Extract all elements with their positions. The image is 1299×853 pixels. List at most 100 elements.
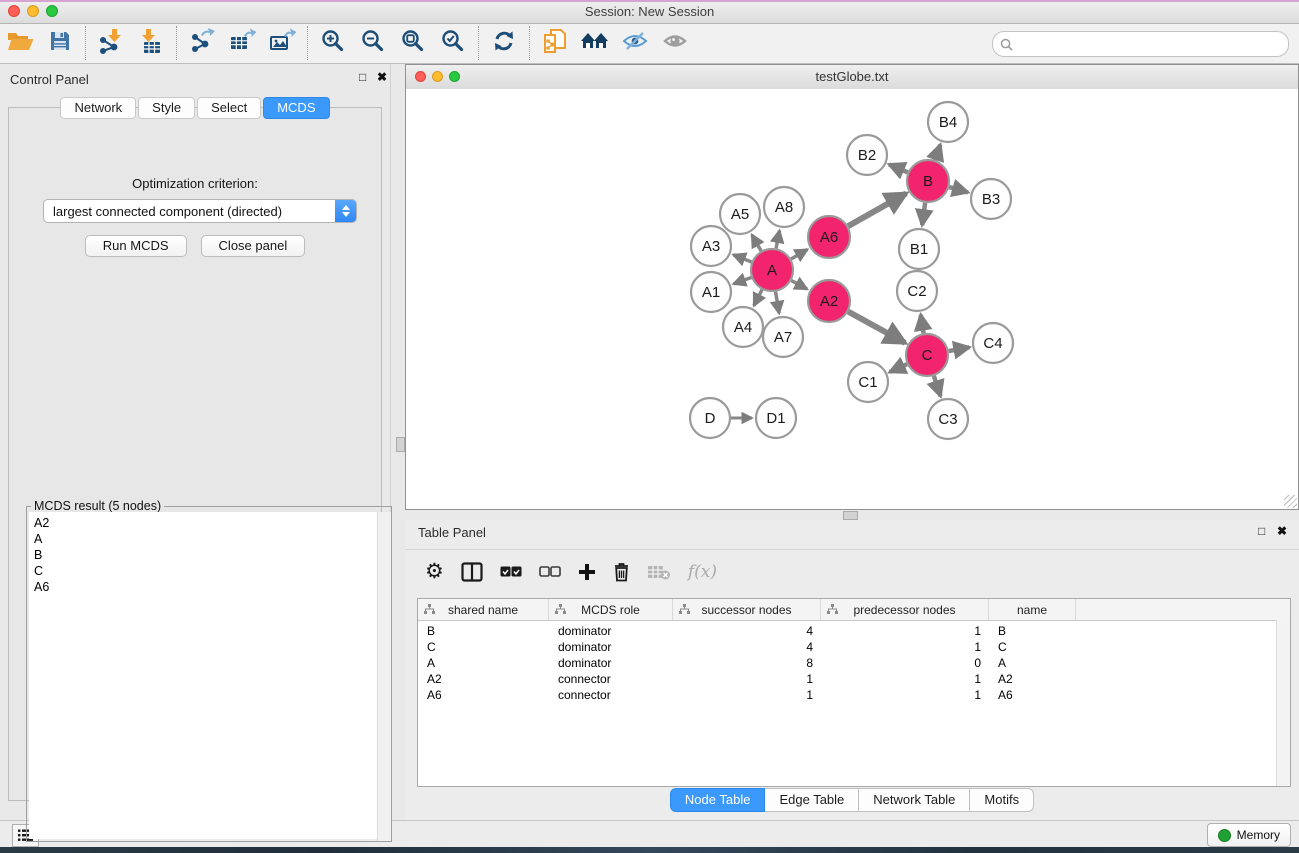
table-cell[interactable]: C (989, 640, 1076, 654)
table-cell[interactable]: 1 (821, 640, 989, 654)
mcds-result-item[interactable]: B (29, 547, 389, 563)
column-header-MCDS-role[interactable]: MCDS role (549, 599, 673, 620)
table-cell[interactable]: C (418, 640, 549, 654)
mcds-result-item[interactable]: A6 (29, 579, 389, 595)
criterion-dropdown[interactable]: largest connected component (directed) (43, 199, 357, 223)
table-cell[interactable]: 1 (821, 672, 989, 686)
graph-edge-C-C3[interactable] (934, 376, 941, 396)
graph-edge-C-C2[interactable] (921, 315, 924, 334)
graph-edge-A-A7[interactable] (776, 292, 780, 314)
network-canvas[interactable]: AA1A2A3A4A5A6A7A8BB1B2B3B4CC1C2C3C4DD1 (406, 89, 1298, 509)
float-panel-icon[interactable]: □ (359, 70, 366, 84)
import-network-button[interactable] (91, 25, 131, 61)
deselect-all-button[interactable] (539, 559, 561, 585)
table-cell[interactable]: dominator (549, 640, 673, 654)
import-table-button[interactable] (131, 25, 171, 61)
table-cell[interactable]: A6 (989, 688, 1076, 702)
table-cell[interactable]: 4 (673, 624, 821, 638)
table-cell[interactable]: 0 (821, 656, 989, 670)
home-button[interactable] (575, 25, 615, 61)
column-header-name[interactable]: name (989, 599, 1076, 620)
tab-node-table[interactable]: Node Table (670, 788, 766, 812)
open-file-button[interactable] (0, 25, 40, 61)
window-resize-grip[interactable] (1284, 495, 1297, 508)
tab-mcds[interactable]: MCDS (263, 97, 329, 119)
table-cell[interactable]: B (418, 624, 549, 638)
table-cell[interactable]: connector (549, 688, 673, 702)
node-table[interactable]: shared nameMCDS rolesuccessor nodesprede… (417, 598, 1291, 787)
close-panel-icon[interactable]: ✖ (377, 70, 387, 84)
table-cell[interactable]: dominator (549, 624, 673, 638)
table-cell[interactable]: dominator (549, 656, 673, 670)
delete-table-button-disabled[interactable] (647, 559, 671, 585)
table-cell[interactable]: 1 (821, 688, 989, 702)
graph-edge-C-C1[interactable] (890, 364, 907, 372)
graph-edge-A6-B[interactable] (848, 193, 906, 226)
save-session-button[interactable] (40, 25, 80, 61)
mcds-result-item[interactable]: C (29, 563, 389, 579)
table-row[interactable]: Bdominator41B (418, 623, 1277, 639)
zoom-selected-button[interactable] (433, 25, 473, 61)
show-columns-button[interactable] (461, 559, 483, 585)
table-cell[interactable]: A2 (418, 672, 549, 686)
export-network-button[interactable] (182, 25, 222, 61)
table-scrollbar[interactable] (1276, 620, 1290, 786)
export-table-button[interactable] (222, 25, 262, 61)
select-all-button[interactable] (500, 559, 522, 585)
tab-select[interactable]: Select (197, 97, 261, 119)
function-builder-button-disabled[interactable]: f(x) (688, 559, 717, 585)
run-mcds-button[interactable]: Run MCDS (85, 235, 187, 257)
add-column-button[interactable] (578, 559, 596, 585)
graph-edge-B-B3[interactable] (949, 187, 968, 192)
graph-edge-B-B1[interactable] (922, 203, 925, 225)
table-row[interactable]: A2connector11A2 (418, 671, 1277, 687)
tab-style[interactable]: Style (138, 97, 195, 119)
tab-network[interactable]: Network (60, 97, 136, 119)
mcds-result-item[interactable]: A2 (29, 515, 389, 531)
duplicate-network-button[interactable] (535, 25, 575, 61)
close-panel-button[interactable]: Close panel (201, 235, 306, 257)
export-image-button[interactable] (262, 25, 302, 61)
table-row[interactable]: A6connector11A6 (418, 687, 1277, 703)
table-cell[interactable]: A (989, 656, 1076, 670)
show-eye-button[interactable] (655, 25, 695, 61)
zoom-fit-button[interactable] (393, 25, 433, 61)
column-header-successor-nodes[interactable]: successor nodes (673, 599, 821, 620)
graph-edge-C-C4[interactable] (949, 347, 970, 351)
zoom-in-button[interactable] (313, 25, 353, 61)
table-cell[interactable]: 1 (673, 688, 821, 702)
graph-edge-A-A5[interactable] (752, 235, 761, 251)
tab-motifs[interactable]: Motifs (970, 788, 1034, 812)
graph-edge-B-B2[interactable] (889, 164, 908, 172)
close-table-panel-icon[interactable]: ✖ (1277, 524, 1287, 538)
graph-edge-A-A4[interactable] (754, 290, 762, 306)
graph-edge-A2-C[interactable] (848, 312, 905, 343)
table-cell[interactable]: 1 (673, 672, 821, 686)
network-graph[interactable]: AA1A2A3A4A5A6A7A8BB1B2B3B4CC1C2C3C4DD1 (406, 89, 1298, 509)
table-cell[interactable]: B (989, 624, 1076, 638)
table-cell[interactable]: 1 (821, 624, 989, 638)
column-header-shared-name[interactable]: shared name (418, 599, 549, 620)
memory-button[interactable]: Memory (1207, 823, 1291, 847)
table-cell[interactable]: A (418, 656, 549, 670)
graph-edge-B-B4[interactable] (935, 145, 940, 160)
vertical-divider-grip[interactable] (396, 437, 405, 452)
tab-network-table[interactable]: Network Table (859, 788, 970, 812)
graph-edge-A-A1[interactable] (734, 277, 752, 283)
table-cell[interactable]: 8 (673, 656, 821, 670)
graph-edge-A-A8[interactable] (776, 231, 779, 249)
table-cell[interactable]: 4 (673, 640, 821, 654)
table-row[interactable]: Adominator80A (418, 655, 1277, 671)
search-field[interactable] (992, 31, 1289, 57)
mcds-result-list[interactable]: A2ABCA6 (29, 512, 389, 839)
hide-eye-button[interactable] (615, 25, 655, 61)
refresh-button[interactable] (484, 25, 524, 61)
table-cell[interactable]: A6 (418, 688, 549, 702)
column-header-predecessor-nodes[interactable]: predecessor nodes (821, 599, 989, 620)
search-input[interactable] (1013, 35, 1288, 53)
float-table-panel-icon[interactable]: □ (1258, 524, 1265, 538)
delete-column-button[interactable] (613, 559, 630, 585)
graph-edge-A-A3[interactable] (733, 255, 751, 262)
graph-edge-A-A2[interactable] (791, 281, 807, 290)
table-settings-button[interactable]: ⚙ (425, 559, 444, 585)
